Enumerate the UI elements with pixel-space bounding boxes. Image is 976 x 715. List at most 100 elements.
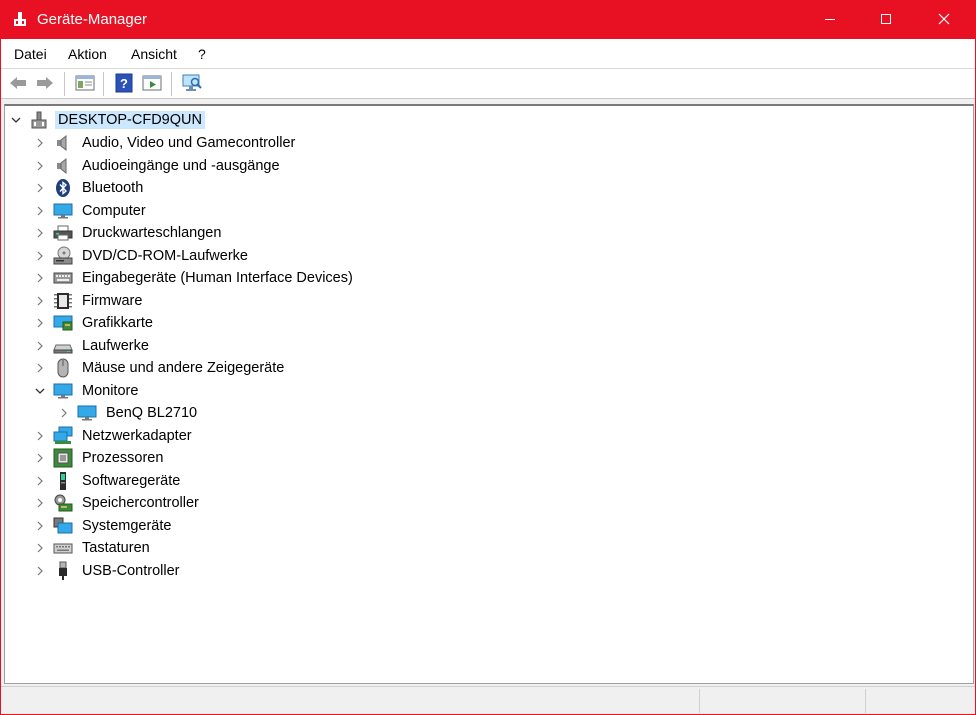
tree-category-mice[interactable]: Mäuse und andere Zeigegeräte [33, 357, 287, 379]
bluetooth-icon [53, 178, 73, 198]
tree-category-monitors[interactable]: Monitore [33, 380, 141, 402]
status-pane [865, 689, 975, 713]
storage-controller-icon [53, 493, 73, 513]
scan-hardware-icon [181, 73, 203, 96]
chevron-right-icon[interactable] [33, 267, 47, 289]
chevron-right-icon[interactable] [57, 402, 71, 424]
chevron-right-icon[interactable] [33, 335, 47, 357]
maximize-button[interactable] [863, 1, 909, 39]
speaker-icon [53, 133, 73, 153]
forward-arrow-icon [35, 75, 55, 94]
tree-category-label: USB-Controller [82, 563, 180, 579]
device-manager-app-icon [11, 10, 29, 28]
chevron-right-icon[interactable] [33, 470, 47, 492]
tree-category-label: Audioeingänge und -ausgänge [82, 158, 280, 174]
usb-icon [53, 561, 73, 581]
chevron-right-icon[interactable] [33, 132, 47, 154]
tree-root-label: DESKTOP-CFD9QUN [55, 111, 205, 129]
tree-category-label: Eingabegeräte (Human Interface Devices) [82, 270, 353, 286]
toolbar-separator [171, 72, 172, 96]
menu-ansicht[interactable]: Ansicht [131, 46, 177, 62]
minimize-button[interactable] [807, 1, 853, 39]
chevron-right-icon[interactable] [33, 537, 47, 559]
tree-category-hid[interactable]: Eingabegeräte (Human Interface Devices) [33, 267, 356, 289]
mouse-icon [53, 358, 73, 378]
status-pane [699, 689, 865, 713]
tree-category-label: Firmware [82, 293, 143, 309]
tree-category-label: Laufwerke [82, 338, 149, 354]
forward-button[interactable] [34, 73, 56, 95]
tree-category-usb[interactable]: USB-Controller [33, 560, 183, 582]
tree-category-dvd-cdrom[interactable]: DVD/CD-ROM-Laufwerke [33, 245, 251, 267]
chevron-right-icon[interactable] [33, 155, 47, 177]
close-button[interactable] [921, 1, 967, 39]
tree-device-label: BenQ BL2710 [106, 405, 198, 421]
computer-tower-icon [29, 110, 49, 130]
tree-category-audio-video[interactable]: Audio, Video und Gamecontroller [33, 132, 298, 154]
chevron-right-icon[interactable] [33, 222, 47, 244]
disc-drive-icon [53, 246, 73, 266]
tree-category-network[interactable]: Netzwerkadapter [33, 425, 195, 447]
tree-category-graphics[interactable]: Grafikkarte [33, 312, 156, 334]
system-devices-icon [53, 516, 73, 536]
chevron-right-icon[interactable] [33, 245, 47, 267]
status-bar [1, 686, 975, 714]
tree-category-keyboards[interactable]: Tastaturen [33, 537, 153, 559]
monitor-icon [53, 201, 73, 221]
tree-category-bluetooth[interactable]: Bluetooth [33, 177, 146, 199]
chevron-right-icon[interactable] [33, 200, 47, 222]
chevron-right-icon[interactable] [33, 492, 47, 514]
title-bar[interactable]: Geräte-Manager [1, 1, 975, 39]
menu-aktion[interactable]: Aktion [68, 46, 107, 62]
window-title: Geräte-Manager [37, 11, 148, 28]
tree-device-benq[interactable]: BenQ BL2710 [57, 402, 200, 424]
chevron-right-icon[interactable] [33, 560, 47, 582]
run-button[interactable] [141, 73, 163, 95]
tree-category-audio-io[interactable]: Audioeingänge und -ausgänge [33, 155, 283, 177]
chevron-down-icon[interactable] [33, 380, 47, 402]
tree-category-label: DVD/CD-ROM-Laufwerke [82, 248, 248, 264]
chevron-right-icon[interactable] [33, 515, 47, 537]
chip-icon [53, 291, 73, 311]
tree-category-processors[interactable]: Prozessoren [33, 447, 166, 469]
tree-category-label: Grafikkarte [82, 315, 153, 331]
chevron-right-icon[interactable] [33, 177, 47, 199]
tree-category-label: Prozessoren [82, 450, 164, 466]
tree-category-label: Audio, Video und Gamecontroller [82, 135, 296, 151]
device-tree[interactable]: DESKTOP-CFD9QUN Audio, Video und Gamecon… [4, 104, 974, 684]
tree-category-software-devices[interactable]: Softwaregeräte [33, 470, 183, 492]
menu-help[interactable]: ? [198, 46, 206, 62]
tree-category-computer[interactable]: Computer [33, 200, 149, 222]
tree-category-label: Speichercontroller [82, 495, 199, 511]
tree-category-print-queues[interactable]: Druckwarteschlangen [33, 222, 224, 244]
menu-bar: Datei Aktion Ansicht ? [1, 39, 975, 69]
printer-icon [53, 223, 73, 243]
tree-category-label: Systemgeräte [82, 518, 172, 534]
chevron-right-icon[interactable] [33, 357, 47, 379]
properties-icon [75, 74, 95, 95]
chevron-right-icon[interactable] [33, 447, 47, 469]
disk-drive-icon [53, 336, 73, 356]
tree-root-node[interactable]: DESKTOP-CFD9QUN [9, 109, 205, 131]
speaker-icon [53, 156, 73, 176]
tree-category-label: Softwaregeräte [82, 473, 181, 489]
processor-icon [53, 448, 73, 468]
tree-category-label: Bluetooth [82, 180, 144, 196]
chevron-down-icon[interactable] [9, 109, 23, 131]
tree-category-label: Tastaturen [82, 540, 150, 556]
help-button[interactable]: ? [113, 73, 135, 95]
tree-category-drives[interactable]: Laufwerke [33, 335, 152, 357]
scan-hardware-button[interactable] [181, 73, 203, 95]
tree-category-system-devices[interactable]: Systemgeräte [33, 515, 174, 537]
chevron-right-icon[interactable] [33, 425, 47, 447]
back-button[interactable] [7, 73, 29, 95]
tree-category-firmware[interactable]: Firmware [33, 290, 145, 312]
menu-datei[interactable]: Datei [14, 46, 47, 62]
properties-button[interactable] [74, 73, 96, 95]
tree-category-storage-controllers[interactable]: Speichercontroller [33, 492, 202, 514]
chevron-right-icon[interactable] [33, 290, 47, 312]
chevron-right-icon[interactable] [33, 312, 47, 334]
tree-category-label: Netzwerkadapter [82, 428, 192, 444]
software-device-icon [53, 471, 73, 491]
tree-category-label: Mäuse und andere Zeigegeräte [82, 360, 285, 376]
